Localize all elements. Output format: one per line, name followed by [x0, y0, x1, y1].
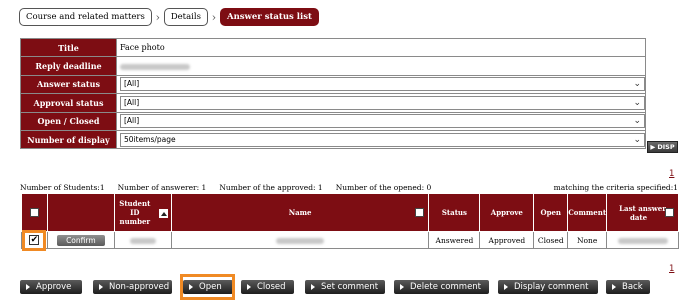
back-button[interactable]: Back [606, 280, 650, 294]
answer-status-selected-value: [All] [124, 79, 140, 89]
name-header[interactable]: Name [170, 193, 430, 232]
set-comment-button[interactable]: Set comment [305, 280, 385, 294]
last-answer-date-cell [606, 231, 679, 249]
open-closed-label: Open / Closed [20, 111, 117, 131]
last-answer-date-header-label: Last answer date [619, 203, 666, 222]
non-approved-button[interactable]: Non-approved [93, 280, 172, 294]
chevron-down-icon: ⌄ [633, 116, 641, 127]
table-row: ✔ Confirm Answered Approved Closed None [21, 231, 679, 249]
results-table: Student ID number Name Status Approve Op… [21, 193, 679, 249]
students-count: Number of Students:1 [20, 183, 105, 192]
select-all-header [21, 193, 48, 232]
disp-button[interactable]: ▶ DISP [647, 141, 678, 153]
display-count-select[interactable]: 50items/page ⌄ [120, 132, 645, 147]
student-id-header[interactable]: Student ID number [113, 193, 172, 232]
comment-header: Comment [567, 193, 608, 232]
breadcrumb: Course and related matters › Details › A… [19, 7, 319, 27]
comment-cell: None [567, 231, 608, 249]
open-closed-selected-value: [All] [124, 116, 140, 126]
page-link-top[interactable]: 1 [669, 169, 674, 179]
approve-header: Approve [479, 193, 535, 232]
open-cell: Closed [533, 231, 569, 249]
summary-counts: Number of Students:1 Number of answerer:… [20, 183, 678, 192]
display-count-selected-value: 50items/page [124, 134, 176, 144]
open-button-highlight [180, 274, 235, 300]
display-count-label: Number of display [20, 129, 117, 150]
breadcrumb-details[interactable]: Details [163, 8, 208, 26]
chevron-down-icon: ⌄ [633, 134, 641, 145]
confirm-button[interactable]: Confirm [56, 234, 105, 246]
sort-arrow-icon[interactable] [158, 209, 168, 218]
student-name-cell [170, 231, 430, 249]
answer-status-select[interactable]: [All] ⌄ [120, 77, 645, 92]
deadline-value [116, 56, 646, 76]
title-value: Face photo [116, 37, 646, 58]
status-header: Status [428, 193, 481, 232]
checkbox-highlight [22, 230, 46, 251]
display-comment-button[interactable]: Display comment [498, 280, 598, 294]
confirm-cell: Confirm [46, 231, 115, 249]
play-icon: ▶ [650, 143, 656, 151]
page-link-bottom[interactable]: 1 [669, 264, 674, 274]
approve-cell: Approved [479, 231, 535, 249]
breadcrumb-course[interactable]: Course and related matters [19, 8, 152, 26]
action-header [46, 193, 115, 232]
answerer-count: Number of answerer: 1 [117, 183, 207, 192]
last-answer-date-checkbox[interactable] [665, 208, 674, 217]
approval-status-selected-value: [All] [124, 97, 140, 107]
student-id-header-label: Student ID number [119, 199, 151, 226]
open-header: Open [533, 193, 569, 232]
select-all-checkbox[interactable] [29, 208, 39, 218]
name-column-checkbox[interactable] [415, 208, 425, 217]
answer-status-label: Answer status [20, 74, 117, 95]
chevron-down-icon: ⌄ [633, 97, 641, 108]
approve-button[interactable]: Approve [20, 280, 82, 294]
action-button-bar: Approve Non-approved Open Closed Set com… [20, 280, 680, 294]
student-id-cell [113, 231, 172, 249]
closed-button[interactable]: Closed [241, 280, 294, 294]
matching-count: matching the criteria specified:1 [553, 183, 678, 192]
chevron-right-icon: › [211, 10, 217, 24]
delete-comment-button[interactable]: Delete comment [394, 280, 489, 294]
filter-table: Title Face photo Reply deadline Answer s… [20, 37, 646, 150]
chevron-down-icon: ⌄ [633, 79, 641, 90]
approval-status-select[interactable]: [All] ⌄ [120, 95, 645, 110]
title-label: Title [20, 37, 117, 58]
approval-status-label: Approval status [20, 93, 117, 113]
name-header-label: Name [288, 208, 312, 217]
deadline-label: Reply deadline [20, 56, 117, 76]
disp-button-label: DISP [657, 143, 675, 151]
breadcrumb-answer-status-list: Answer status list [219, 8, 319, 26]
status-cell: Answered [428, 231, 481, 249]
chevron-right-icon: › [155, 10, 161, 24]
open-closed-select[interactable]: [All] ⌄ [120, 114, 645, 129]
last-answer-date-header[interactable]: Last answer date [606, 193, 679, 232]
approved-count: Number of the approved: 1 [219, 183, 323, 192]
opened-count: Number of the opened: 0 [335, 183, 432, 192]
